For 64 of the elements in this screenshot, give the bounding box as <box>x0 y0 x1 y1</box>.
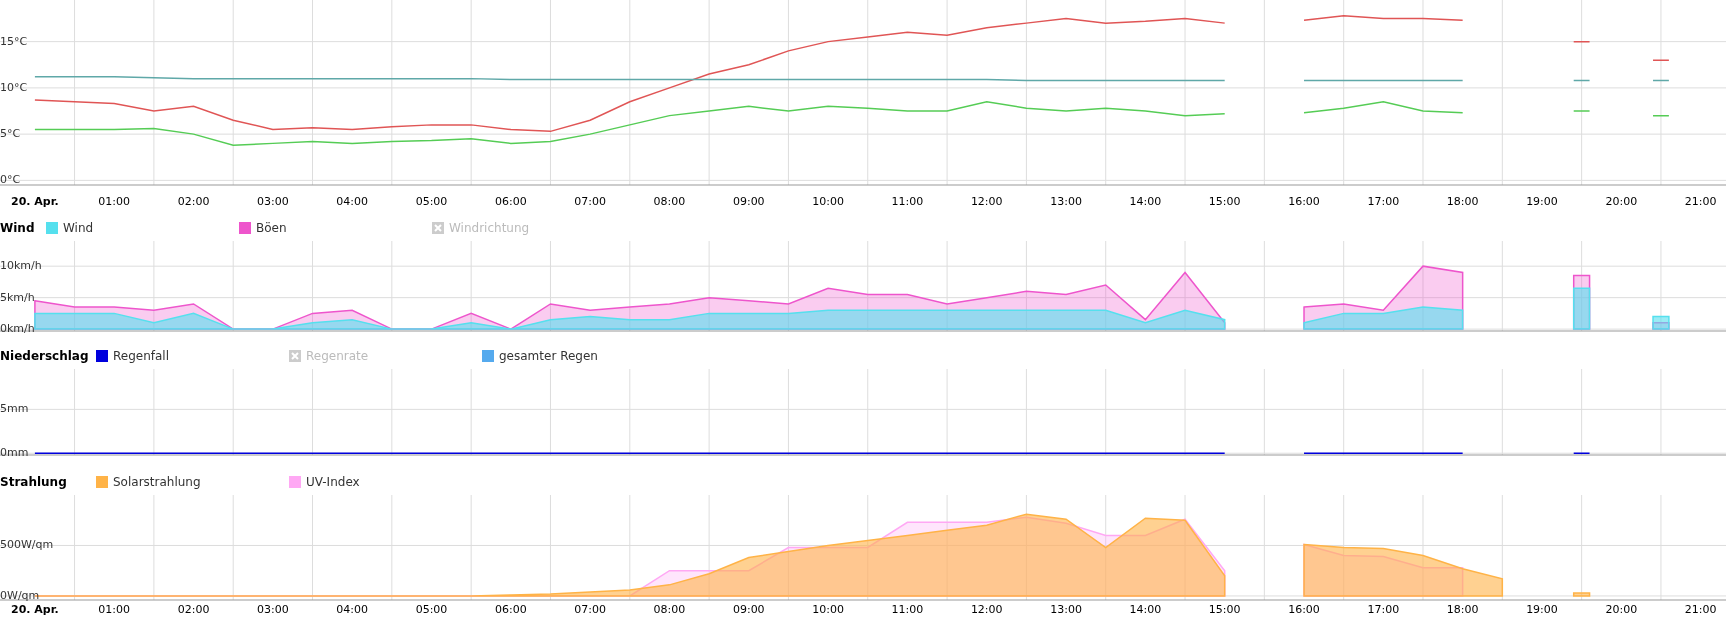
axis-label: 18:00 <box>1446 603 1479 616</box>
axis-label: 20. Apr. <box>11 603 59 616</box>
axis-label: 15:00 <box>1208 603 1241 616</box>
axis-label: 03:00 <box>257 195 289 208</box>
legend-item[interactable]: UV-Index <box>289 473 482 491</box>
axis-label: 5°C <box>0 127 21 141</box>
axis-label: 01:00 <box>98 195 131 208</box>
axis-label: 20:00 <box>1605 195 1638 208</box>
axis-label: 15°C <box>0 34 28 48</box>
axis-label: 01:00 <box>98 603 131 616</box>
axis-label: 500W/qm <box>0 538 54 552</box>
axis-label: 07:00 <box>574 195 606 208</box>
legend-item[interactable]: Solarstrahlung <box>96 473 289 491</box>
axis-label: 06:00 <box>494 195 527 208</box>
axis-label: 21:00 <box>1684 603 1717 616</box>
axis-label: 15:00 <box>1208 195 1241 208</box>
axis-label: 5mm <box>0 402 29 416</box>
axis-label: 13:00 <box>1050 603 1082 616</box>
axis-label: 08:00 <box>653 195 686 208</box>
axis-label: 18:00 <box>1446 195 1479 208</box>
axis-label: 04:00 <box>336 603 369 616</box>
axis-label: 07:00 <box>574 603 606 616</box>
axis-label: 12:00 <box>970 603 1003 616</box>
axis-label: 0mm <box>0 446 29 460</box>
axis-label: 10km/h <box>0 259 42 273</box>
axis-label: 0km/h <box>0 322 35 336</box>
axis-label: 09:00 <box>732 603 765 616</box>
legend-title: Strahlung <box>0 474 68 491</box>
axis-label: 14:00 <box>1129 195 1162 208</box>
axis-label: 04:00 <box>336 195 369 208</box>
legend-item[interactable]: Böen <box>239 219 432 237</box>
axis-label: 17:00 <box>1367 603 1400 616</box>
axis-label: 11:00 <box>891 603 924 616</box>
axis-label: 06:00 <box>494 603 527 616</box>
axis-label: 21:00 <box>1684 195 1717 208</box>
axis-label: 0°C <box>0 173 21 187</box>
axis-label: 08:00 <box>653 603 686 616</box>
axis-label: 12:00 <box>970 195 1003 208</box>
axis-label: 05:00 <box>415 195 448 208</box>
axis-label: 02:00 <box>177 603 210 616</box>
axis-label: 19:00 <box>1526 195 1558 208</box>
axis-label: 20:00 <box>1605 603 1638 616</box>
axis-label: 03:00 <box>257 603 289 616</box>
axis-label: 16:00 <box>1288 195 1320 208</box>
axis-label: 17:00 <box>1367 195 1400 208</box>
axis-label: 10:00 <box>812 195 844 208</box>
axis-label: 11:00 <box>891 195 924 208</box>
axis-label: 20. Apr. <box>11 195 59 208</box>
legend-title: Niederschlag <box>0 348 90 365</box>
axis-label: 10°C <box>0 80 28 94</box>
axis-label: 05:00 <box>415 603 448 616</box>
axis-label: 5km/h <box>0 290 35 304</box>
legend-item[interactable]: Regenfall <box>96 347 289 365</box>
axis-label: 0W/qm <box>0 588 40 602</box>
axis-label: 19:00 <box>1526 603 1558 616</box>
axis-label: 16:00 <box>1288 603 1320 616</box>
legend-item[interactable]: Wind <box>46 219 239 237</box>
axis-label: 14:00 <box>1129 603 1162 616</box>
axis-label: 13:00 <box>1050 195 1082 208</box>
axis-label: 10:00 <box>812 603 844 616</box>
axis-label: 09:00 <box>732 195 765 208</box>
legend-title: Wind <box>0 220 36 237</box>
legend-item[interactable]: gesamter Regen <box>482 347 675 365</box>
axis-label: 02:00 <box>177 195 210 208</box>
